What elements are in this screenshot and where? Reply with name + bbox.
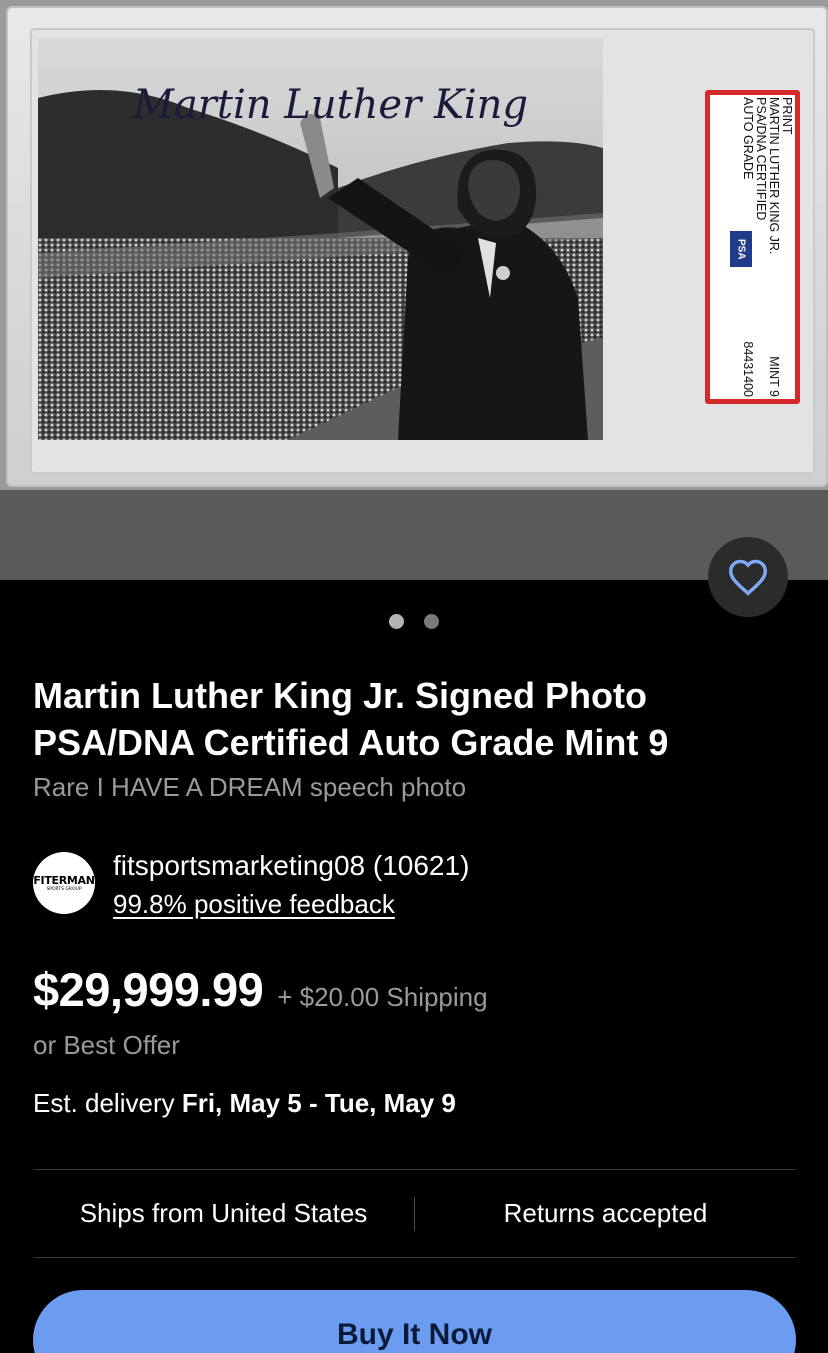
seller-feedback-link[interactable]: 99.8% positive feedback [113,884,469,924]
divider-bottom [33,1257,796,1258]
label-line1: PRINT [779,97,794,135]
label-grade: MINT 9 [766,356,781,397]
product-image-gallery[interactable]: Martin Luther King PRINT MARTIN LUTHER K… [0,0,828,580]
pager-dot-active[interactable] [389,614,404,629]
seller-name[interactable]: fitsportsmarketing08 (10621) [113,848,469,884]
psa-label-text: PRINT MARTIN LUTHER KING JR. MINT 9 PSA/… [713,97,794,397]
heart-outline-icon [728,559,768,596]
seller-avatar[interactable]: FITERMAN SPORTS GROUP [33,852,95,914]
shipping-returns-row: Ships from United States Returns accepte… [33,1170,796,1257]
pager-dot[interactable] [424,614,439,629]
label-cert-number: 84431400 [740,341,755,397]
buy-it-now-button[interactable]: Buy It Now [33,1290,796,1353]
estimated-delivery: Est. delivery Fri, May 5 - Tue, May 9 [33,1088,456,1119]
delivery-label: Est. delivery [33,1088,182,1118]
returns-policy: Returns accepted [503,1198,708,1228]
price: $29,999.99 [33,963,264,1016]
label-line2-left: MARTIN LUTHER KING JR. [766,97,781,255]
psa-logo-icon: PSA [730,231,752,267]
seller-logo-subtext: SPORTS GROUP [46,887,82,892]
label-line4-left: AUTO GRADE [740,97,755,180]
gallery-pager[interactable] [0,614,828,629]
watchlist-heart-button[interactable] [708,537,788,617]
shipping-cost: + $20.00 Shipping [277,982,488,1012]
signature-mark: Martin Luther King [132,82,528,128]
listing-subtitle: Rare I HAVE A DREAM speech photo [33,772,467,802]
listing-title: Martin Luther King Jr. Signed Photo PSA/… [33,675,669,763]
ships-from: Ships from United States [79,1198,368,1228]
psa-label: PRINT MARTIN LUTHER KING JR. MINT 9 PSA/… [705,90,800,404]
price-row: $29,999.99 + $20.00 Shipping [33,962,488,1017]
label-line3: PSA/DNA CERTIFIED [753,97,768,221]
seller-logo-text: FITERMAN [33,874,95,887]
product-photo: Martin Luther King [38,38,603,440]
delivery-dates: Fri, May 5 - Tue, May 9 [181,1088,456,1118]
best-offer-text: or Best Offer [33,1030,180,1060]
seller-info[interactable]: FITERMAN SPORTS GROUP fitsportsmarketing… [33,848,469,924]
